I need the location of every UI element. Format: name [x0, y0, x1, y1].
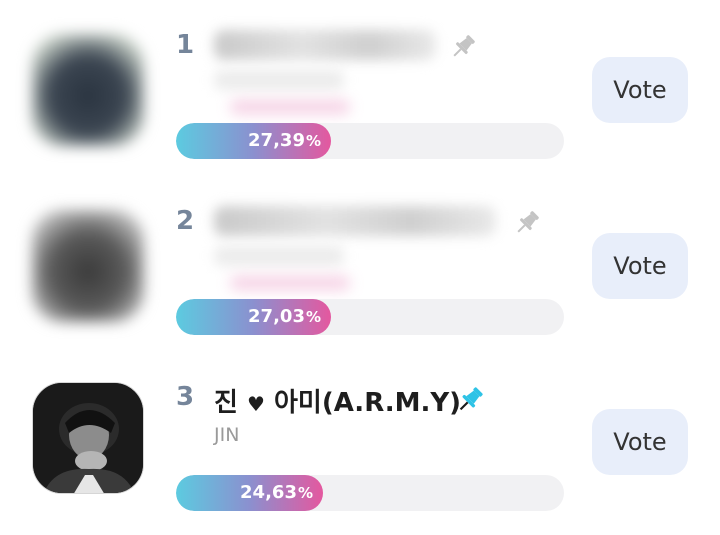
ranking-item: 1 27,39% Vote — [0, 0, 720, 170]
rank-number: 1 — [176, 30, 195, 60]
candidate-subname: JIN — [214, 424, 240, 446]
vote-button[interactable]: Vote — [592, 57, 688, 123]
obscured-name — [214, 30, 436, 60]
obscured-subname — [214, 246, 344, 266]
obscured-name — [214, 206, 496, 236]
candidate-name: 진 ♥ 아미(A.R.M.Y) — [214, 388, 462, 418]
vote-percentage: 27,39% — [248, 130, 321, 151]
pin-icon[interactable] — [454, 384, 486, 420]
obscured-subname — [214, 70, 344, 90]
obscured-glow — [230, 276, 350, 290]
ranking-item: 3 진 ♥ 아미(A.R.M.Y) JIN 24,63% Vote — [0, 352, 720, 522]
vote-progress-bar: 27,03% — [176, 299, 564, 335]
vote-button[interactable]: Vote — [592, 409, 688, 475]
obscured-glow — [230, 100, 350, 114]
pin-icon[interactable] — [448, 32, 478, 66]
vote-button[interactable]: Vote — [592, 233, 688, 299]
pin-icon[interactable] — [512, 208, 542, 242]
ranking-item: 2 27,03% Vote — [0, 176, 720, 346]
rank-number: 2 — [176, 206, 195, 236]
avatar — [32, 34, 144, 146]
vote-progress-fill: 27,39% — [176, 123, 331, 159]
vote-percentage: 27,03% — [248, 306, 321, 327]
vote-percentage: 24,63% — [240, 482, 313, 503]
vote-progress-bar: 24,63% — [176, 475, 564, 511]
avatar — [32, 382, 144, 494]
vote-progress-fill: 24,63% — [176, 475, 323, 511]
vote-progress-fill: 27,03% — [176, 299, 331, 335]
vote-progress-bar: 27,39% — [176, 123, 564, 159]
avatar — [32, 210, 144, 322]
heart-icon: ♥ — [246, 392, 265, 416]
rank-number: 3 — [176, 382, 195, 412]
